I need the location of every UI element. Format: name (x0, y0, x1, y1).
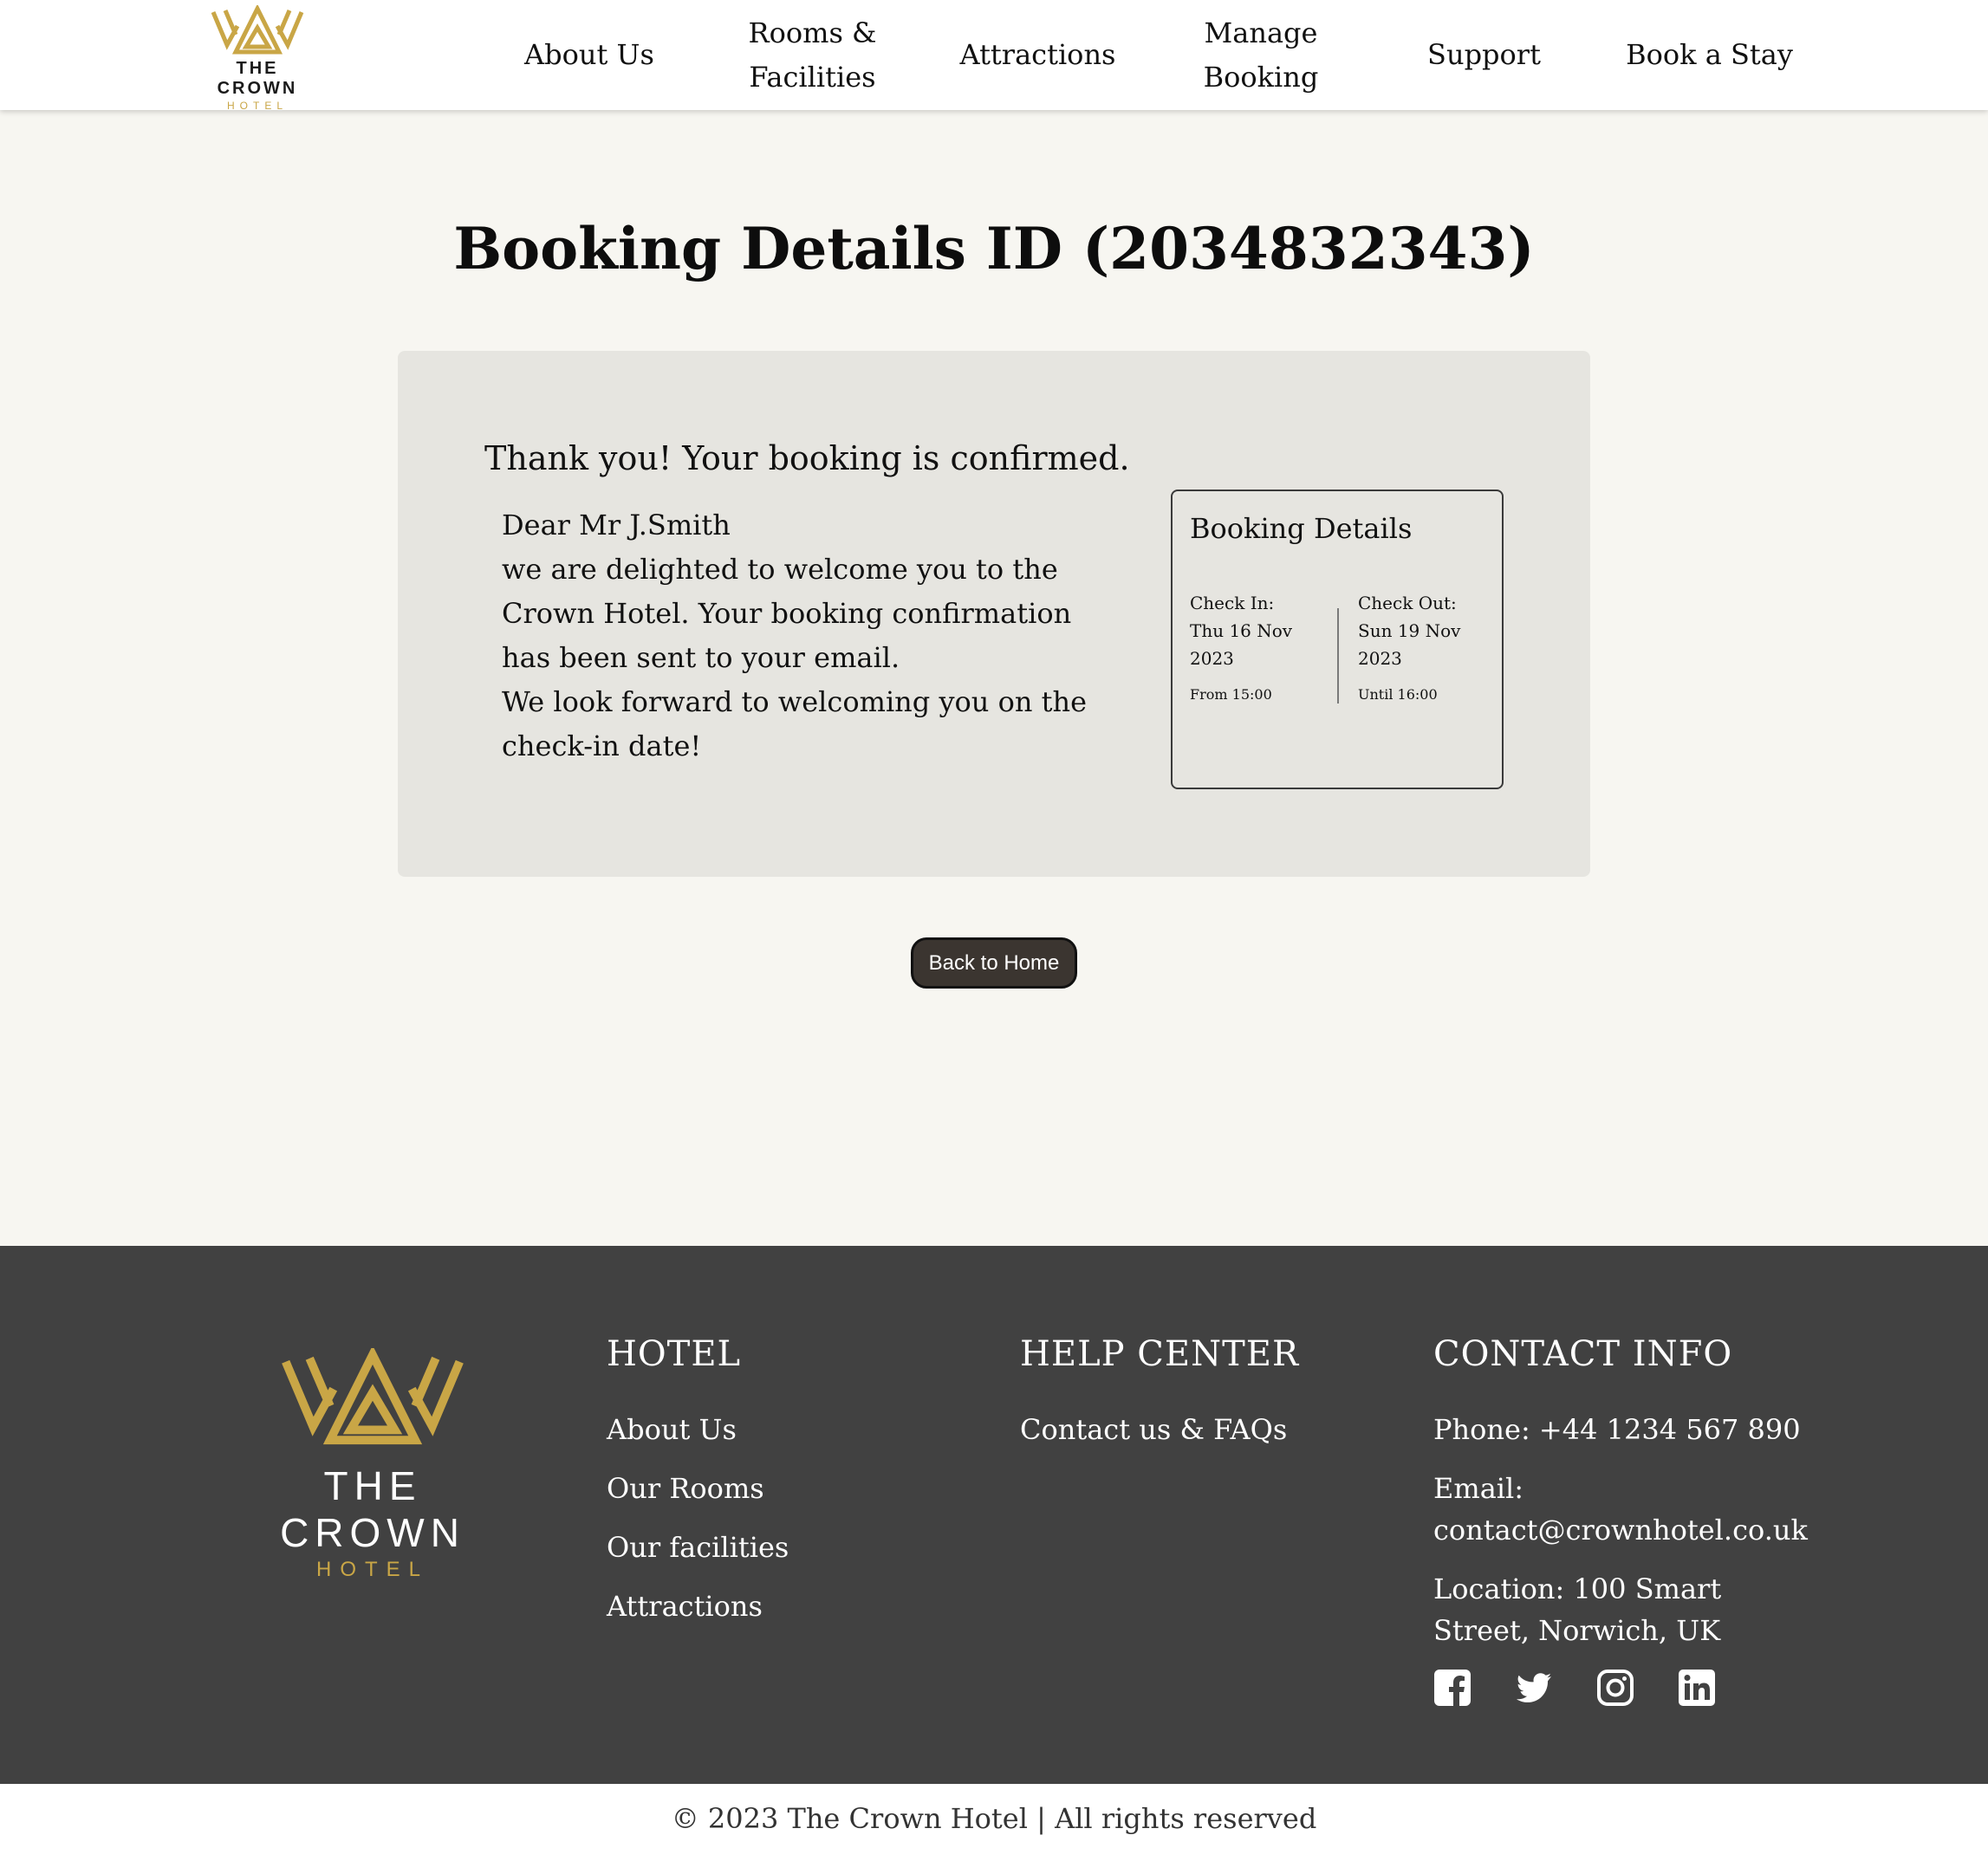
footer-logo-sub: HOTEL (315, 1558, 429, 1581)
check-in-column: Check In: Thu 16 Nov 2023 From 15:00 (1190, 589, 1320, 704)
back-to-home-button[interactable]: Back to Home (911, 937, 1077, 989)
footer-link-contact-faqs[interactable]: Contact us & FAQs (1020, 1409, 1299, 1450)
nav-support[interactable]: Support (1408, 0, 1560, 110)
message-line-2: We look forward to welcoming you on the … (502, 685, 1088, 762)
linkedin-icon[interactable] (1678, 1669, 1716, 1707)
check-in-label: Check In: (1190, 593, 1275, 613)
check-out-date: Sun 19 Nov 2023 (1358, 620, 1461, 669)
contact-phone: Phone: +44 1234 567 890 (1433, 1413, 1801, 1446)
facebook-icon[interactable] (1433, 1669, 1472, 1707)
footer-link-about-us[interactable]: About Us (607, 1409, 789, 1450)
confirmation-message: Dear Mr J.Smith we are delighted to welc… (502, 503, 1126, 768)
copyright-text: © 2023 The Crown Hotel | All rights rese… (671, 1802, 1317, 1835)
booking-details-title: Booking Details (1190, 512, 1413, 545)
message-line-1: we are delighted to welcome you to the C… (502, 553, 1072, 674)
contact-email: Email: contact@crownhotel.co.uk (1433, 1468, 1808, 1551)
footer-hotel-heading: HOTEL (607, 1334, 742, 1374)
page-title: Booking Details ID (2034832343) (453, 215, 1535, 282)
footer-contact-heading: CONTACT INFO (1433, 1334, 1733, 1374)
nav-book-a-stay[interactable]: Book a Stay (1621, 0, 1798, 110)
footer-help-heading: HELP CENTER (1020, 1334, 1300, 1374)
footer-contact-column: CONTACT INFO Phone: +44 1234 567 890 Ema… (1433, 1334, 1808, 1707)
footer-logo: THE CROWN HOTEL (234, 1348, 511, 1582)
footer-logo-name: THE CROWN (280, 1463, 465, 1555)
check-out-column: Check Out: Sun 19 Nov 2023 Until 16:00 (1358, 589, 1488, 704)
footer-hotel-column: HOTEL About Us Our Rooms Our facilities … (607, 1334, 789, 1644)
nav-manage-booking[interactable]: Manage Booking (1183, 0, 1339, 110)
check-out-label: Check Out: (1358, 593, 1457, 613)
confirmation-heading: Thank you! Your booking is confirmed. (484, 439, 1130, 477)
hotel-logo[interactable]: THE CROWN HOTEL (192, 5, 322, 112)
footer-link-our-facilities[interactable]: Our facilities (607, 1527, 789, 1568)
instagram-icon[interactable] (1596, 1669, 1634, 1707)
crown-icon (211, 5, 304, 55)
footer-link-our-rooms[interactable]: Our Rooms (607, 1468, 789, 1509)
site-header: THE CROWN HOTEL About Us Rooms & Facilit… (0, 0, 1988, 112)
logo-name: THE CROWN (217, 59, 298, 98)
booking-confirmation-card: Thank you! Your booking is confirmed. De… (398, 351, 1590, 877)
twitter-icon[interactable] (1515, 1669, 1553, 1707)
crown-icon (282, 1348, 464, 1445)
social-links (1433, 1669, 1806, 1707)
nav-rooms-facilities[interactable]: Rooms & Facilities (728, 0, 897, 110)
contact-email-label: Email: (1433, 1472, 1524, 1505)
check-in-date: Thu 16 Nov 2023 (1190, 620, 1293, 669)
contact-location: Location: 100 Smart Street, Norwich, UK (1433, 1572, 1722, 1647)
copyright-bar: © 2023 The Crown Hotel | All rights rese… (0, 1784, 1988, 1861)
check-out-time: Until 16:00 (1358, 686, 1438, 703)
details-divider (1337, 608, 1339, 704)
footer-link-attractions[interactable]: Attractions (607, 1585, 789, 1627)
booking-details-box: Booking Details Check In: Thu 16 Nov 202… (1171, 490, 1504, 789)
site-footer: THE CROWN HOTEL HOTEL About Us Our Rooms… (0, 1246, 1988, 1784)
contact-email-address[interactable]: contact@crownhotel.co.uk (1433, 1509, 1808, 1551)
check-in-time: From 15:00 (1190, 686, 1272, 703)
nav-about-us[interactable]: About Us (511, 0, 667, 110)
greeting: Dear Mr J.Smith (502, 509, 731, 541)
logo-sub: HOTEL (226, 100, 288, 112)
nav-attractions[interactable]: Attractions (953, 0, 1122, 110)
footer-help-column: HELP CENTER Contact us & FAQs (1020, 1334, 1299, 1468)
